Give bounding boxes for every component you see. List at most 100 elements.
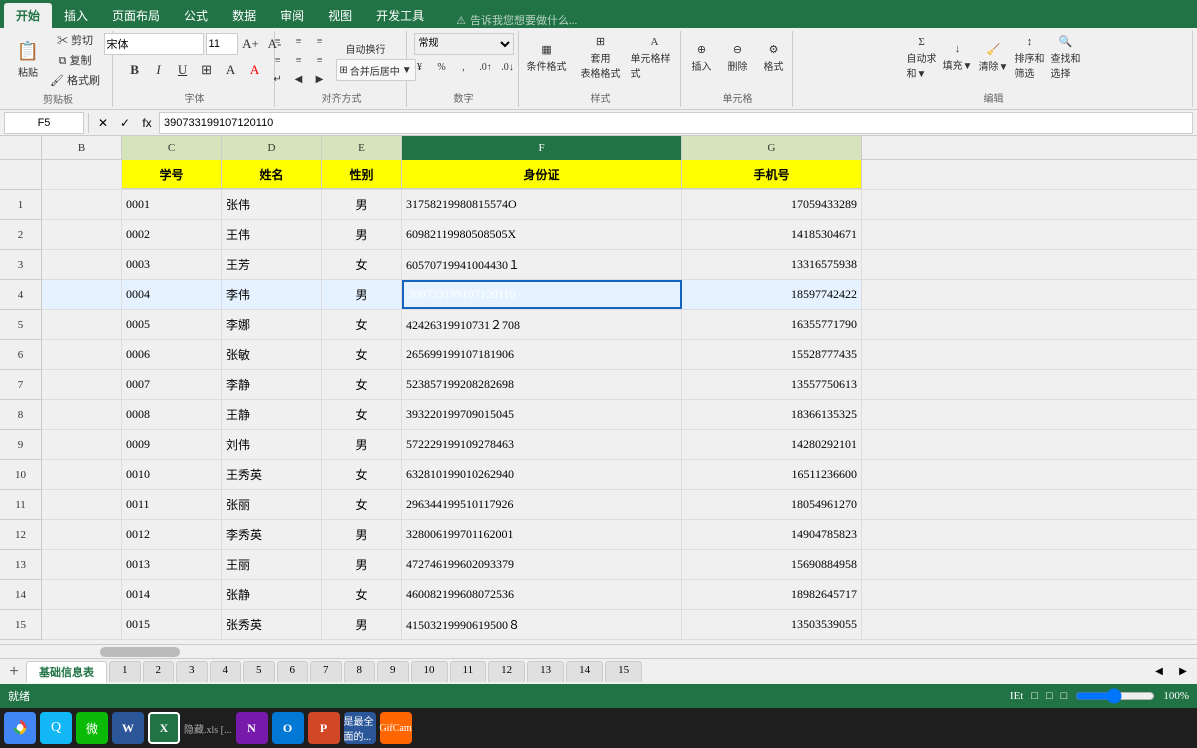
cell-G-3[interactable]: 13316575938 (682, 250, 862, 279)
cell-D0[interactable]: 姓名 (222, 160, 322, 189)
cell-E-4[interactable]: 男 (322, 280, 402, 309)
cell-B-6[interactable] (42, 340, 122, 369)
table-format-button[interactable]: ⊞ 套用表格格式 (576, 33, 626, 83)
status-view-layout[interactable]: □ (1046, 690, 1053, 702)
cell-E-12[interactable]: 男 (322, 520, 402, 549)
cell-G-11[interactable]: 18054961270 (682, 490, 862, 519)
taskbar-chrome[interactable] (4, 712, 36, 744)
sheet-tab-8[interactable]: 8 (344, 661, 376, 682)
indent-less-button[interactable]: ◀ (289, 70, 309, 88)
row-header-3[interactable]: 3 (0, 250, 42, 280)
tab-view[interactable]: 视图 (316, 3, 364, 28)
h-scroll-thumb[interactable] (100, 647, 180, 657)
decrease-decimal-button[interactable]: .0↓ (498, 59, 518, 77)
cell-G-1[interactable]: 17059433289 (682, 190, 862, 219)
font-color-button[interactable]: A (244, 59, 266, 81)
row-header-2[interactable]: 2 (0, 220, 42, 250)
sheet-tab-9[interactable]: 9 (377, 661, 409, 682)
row-header-13[interactable]: 13 (0, 550, 42, 580)
cell-G-9[interactable]: 14280292101 (682, 430, 862, 459)
cell-D-10[interactable]: 王秀英 (222, 460, 322, 489)
cell-E-10[interactable]: 女 (322, 460, 402, 489)
cell-B-10[interactable] (42, 460, 122, 489)
cell-C-13[interactable]: 0013 (122, 550, 222, 579)
cell-C-10[interactable]: 0010 (122, 460, 222, 489)
taskbar-gifcam[interactable]: GifCam (380, 712, 412, 744)
cell-D-5[interactable]: 李娜 (222, 310, 322, 339)
border-button[interactable]: ⊞ (196, 59, 218, 81)
cell-B-3[interactable] (42, 250, 122, 279)
cell-C-7[interactable]: 0007 (122, 370, 222, 399)
cell-E-15[interactable]: 男 (322, 610, 402, 639)
number-format-select[interactable]: 常规 数值 货币 (414, 33, 514, 55)
row-header-6[interactable]: 6 (0, 340, 42, 370)
cell-D-8[interactable]: 王静 (222, 400, 322, 429)
cell-G-4[interactable]: 18597742422 (682, 280, 862, 309)
row-header-12[interactable]: 12 (0, 520, 42, 550)
row-header-14[interactable]: 14 (0, 580, 42, 610)
increase-decimal-button[interactable]: .0↑ (476, 59, 496, 77)
font-size-input[interactable] (206, 33, 238, 55)
sheet-tab-4[interactable]: 4 (210, 661, 242, 682)
row-header-5[interactable]: 5 (0, 310, 42, 340)
sheet-tab-2[interactable]: 2 (143, 661, 175, 682)
col-header-C[interactable]: C (122, 136, 222, 160)
cell-F-11[interactable]: 296344199510117926 (402, 490, 682, 519)
row-header-10[interactable]: 10 (0, 460, 42, 490)
corner-cell[interactable] (0, 136, 42, 159)
cell-D-4[interactable]: 李伟 (222, 280, 322, 309)
taskbar-qq[interactable]: Q (40, 712, 72, 744)
cell-E-3[interactable]: 女 (322, 250, 402, 279)
sheet-tab-11[interactable]: 11 (450, 661, 487, 682)
cell-G-5[interactable]: 16355771790 (682, 310, 862, 339)
cell-C0[interactable]: 学号 (122, 160, 222, 189)
taskbar-excel-active[interactable]: X (148, 712, 180, 744)
tab-formula[interactable]: 公式 (172, 3, 220, 28)
cell-E-1[interactable]: 男 (322, 190, 402, 219)
cell-G-2[interactable]: 14185304671 (682, 220, 862, 249)
auto-wrap-button[interactable]: 自动换行 (336, 39, 396, 57)
cell-G-7[interactable]: 13557750613 (682, 370, 862, 399)
cell-D-1[interactable]: 张伟 (222, 190, 322, 219)
scroll-tabs-left-button[interactable]: ◀ (1149, 663, 1169, 681)
cell-E-11[interactable]: 女 (322, 490, 402, 519)
copy-button[interactable]: ⧉ 复制 (46, 51, 104, 69)
sheet-tab-10[interactable]: 10 (411, 661, 448, 682)
cell-E-14[interactable]: 女 (322, 580, 402, 609)
status-view-normal[interactable]: □ (1031, 690, 1038, 702)
row-header-4[interactable]: 4 (0, 280, 42, 310)
taskbar-ppt[interactable]: P (308, 712, 340, 744)
cell-C-12[interactable]: 0012 (122, 520, 222, 549)
taskbar-word2[interactable]: 是最全面的... (344, 712, 376, 744)
sheet-tab-12[interactable]: 12 (488, 661, 525, 682)
cell-D-2[interactable]: 王伟 (222, 220, 322, 249)
cell-E-13[interactable]: 男 (322, 550, 402, 579)
align-top-center-button[interactable]: ≡ (289, 32, 309, 50)
cell-B0[interactable] (42, 160, 122, 189)
col-header-F[interactable]: F (402, 136, 682, 160)
conditional-format-button[interactable]: ▦ 条件格式 (522, 33, 572, 83)
taskbar-wechat[interactable]: 微 (76, 712, 108, 744)
tab-insert[interactable]: 插入 (52, 3, 100, 28)
cell-F-5[interactable]: 42426319910731２708 (402, 310, 682, 339)
indent-more-button[interactable]: ▶ (310, 70, 330, 88)
cell-F-14[interactable]: 460082199608072536 (402, 580, 682, 609)
cell-F-6[interactable]: 265699199107181906 (402, 340, 682, 369)
format-button[interactable]: ⚙ 格式 (758, 33, 790, 83)
tab-layout[interactable]: 页面布局 (100, 3, 172, 28)
cell-G-13[interactable]: 15690884958 (682, 550, 862, 579)
cell-D-3[interactable]: 王芳 (222, 250, 322, 279)
sheet-tab-5[interactable]: 5 (243, 661, 275, 682)
cell-B-4[interactable] (42, 280, 122, 309)
autosum-button[interactable]: Σ 自动求和▼ (906, 33, 938, 83)
find-select-button[interactable]: 🔍 查找和选择 (1050, 33, 1082, 83)
cell-C-15[interactable]: 0015 (122, 610, 222, 639)
row-header-0[interactable] (0, 160, 42, 190)
formula-input[interactable] (159, 112, 1193, 134)
cell-F-12[interactable]: 328006199701162001 (402, 520, 682, 549)
cell-D-11[interactable]: 张丽 (222, 490, 322, 519)
cell-B-11[interactable] (42, 490, 122, 519)
cell-D-15[interactable]: 张秀英 (222, 610, 322, 639)
cell-F-1[interactable]: 31758219980815574O (402, 190, 682, 219)
font-name-input[interactable] (104, 33, 204, 55)
